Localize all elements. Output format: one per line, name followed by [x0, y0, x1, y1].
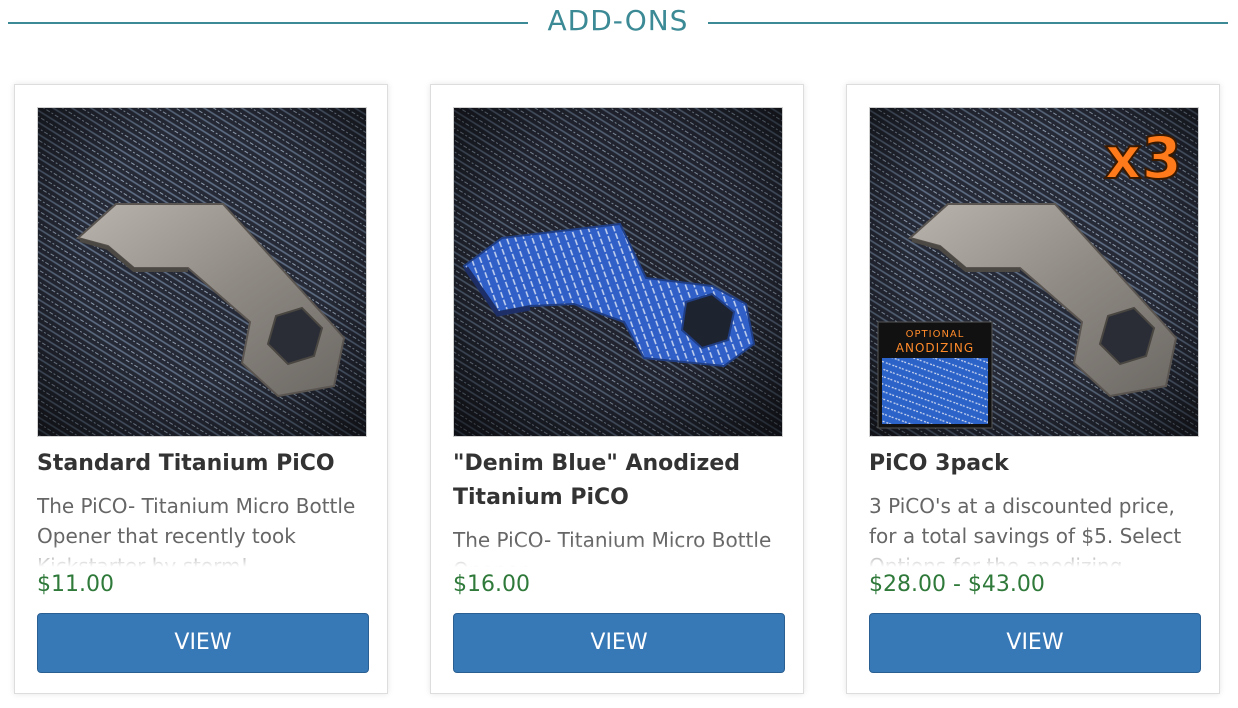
header-divider-left [8, 22, 528, 24]
x3-badge: x3 [1104, 124, 1182, 192]
view-button[interactable]: VIEW [37, 613, 369, 673]
bottle-opener-image: x3 OPTIONAL ANODIZING [870, 108, 1198, 436]
product-image[interactable] [453, 107, 783, 437]
description-fade [37, 543, 369, 567]
product-description: The PiCO- Titanium Micro Bottle Opener [453, 525, 785, 567]
inset-line2: ANODIZING [896, 341, 974, 355]
section-title: ADD-ONS [547, 4, 689, 37]
product-price: $16.00 [453, 572, 530, 597]
product-title[interactable]: PiCO 3pack [869, 447, 1201, 481]
product-image[interactable] [37, 107, 367, 437]
inset-line1: OPTIONAL [906, 329, 965, 340]
product-description: The PiCO- Titanium Micro Bottle Opener t… [37, 491, 369, 567]
product-price: $28.00 - $43.00 [869, 572, 1045, 597]
product-card: "Denim Blue" Anodized Titanium PiCO The … [430, 84, 804, 694]
bottle-opener-image [454, 108, 782, 436]
anodizing-inset: OPTIONAL ANODIZING [877, 321, 993, 429]
section-header: ADD-ONS [0, 0, 1238, 46]
description-fade [453, 543, 785, 567]
product-title[interactable]: "Denim Blue" Anodized Titanium PiCO [453, 447, 785, 515]
product-image[interactable]: x3 OPTIONAL ANODIZING [869, 107, 1199, 437]
product-description: 3 PiCO's at a discounted price, for a to… [869, 491, 1201, 567]
product-title[interactable]: Standard Titanium PiCO [37, 447, 369, 481]
product-price: $11.00 [37, 572, 114, 597]
description-fade [869, 543, 1201, 567]
product-card: x3 OPTIONAL ANODIZING PiCO 3pack 3 PiCO'… [846, 84, 1220, 694]
product-card: Standard Titanium PiCO The PiCO- Titaniu… [14, 84, 388, 694]
view-button[interactable]: VIEW [453, 613, 785, 673]
header-divider-right [708, 22, 1228, 24]
view-button[interactable]: VIEW [869, 613, 1201, 673]
bottle-opener-image [38, 108, 366, 436]
